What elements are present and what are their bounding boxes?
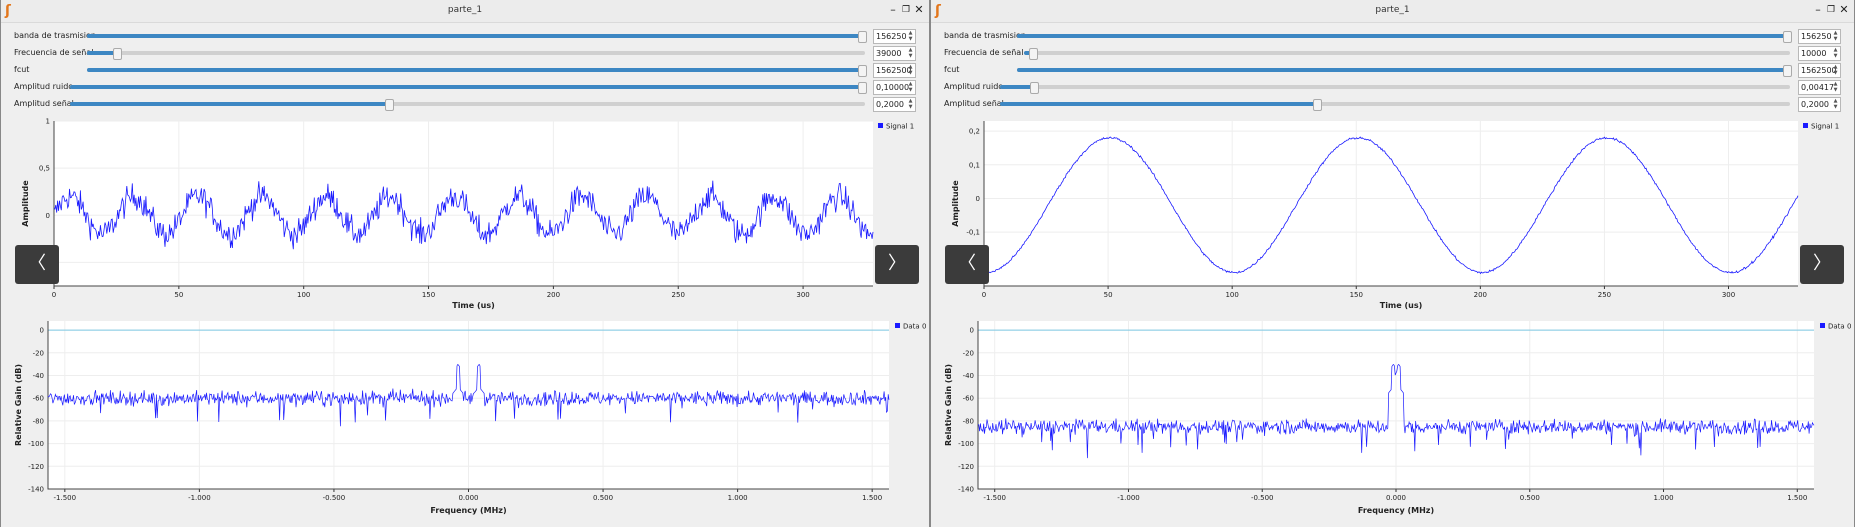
x-tick-label: 0.500 <box>1520 494 1540 502</box>
y-tick-label: -80 <box>963 417 974 425</box>
prev-button[interactable]: 〈 <box>945 245 989 284</box>
x-tick-label: 0.500 <box>593 494 613 502</box>
x-tick-label: 1.500 <box>862 494 882 502</box>
y-tick-label: -40 <box>33 372 44 380</box>
x-axis-label: Frequency (MHz) <box>430 506 506 515</box>
y-tick-label: 0,1 <box>969 161 980 169</box>
x-tick-label: 0 <box>982 291 986 299</box>
y-tick-label: -80 <box>33 417 44 425</box>
legend-swatch <box>895 323 900 328</box>
x-tick-label: 0.000 <box>1386 494 1406 502</box>
y-tick-label: -60 <box>33 395 44 403</box>
x-tick-label: 200 <box>547 291 560 299</box>
y-tick-label: -140 <box>28 486 44 494</box>
x-tick-label: 250 <box>1598 291 1611 299</box>
window-right: ʃ parte_1 – ❐ ✕ banda de trasmision 15625… <box>930 0 1855 527</box>
x-tick-label: 50 <box>1104 291 1113 299</box>
x-tick-label: 0 <box>52 291 56 299</box>
x-tick-label: -1.000 <box>1117 494 1140 502</box>
freq-plot: -1.500 -1.000 -0.500 0.000 0.500 1.000 1.500 0 -… <box>944 321 1851 515</box>
y-tick-label: 0 <box>46 212 50 220</box>
next-button[interactable]: 〉 <box>1800 245 1844 284</box>
x-tick-label: 300 <box>1722 291 1735 299</box>
x-tick-label: -0.500 <box>323 494 346 502</box>
x-tick-label: 1.500 <box>1787 494 1807 502</box>
x-tick-label: -1.000 <box>188 494 211 502</box>
legend-label[interactable]: Signal 1 <box>886 123 914 131</box>
y-tick-label: 0 <box>40 327 44 335</box>
legend-label[interactable]: Signal 1 <box>1811 123 1839 131</box>
legend-label[interactable]: Data 0 <box>903 323 926 331</box>
y-tick-label: -100 <box>28 440 44 448</box>
y-tick-label: 0,5 <box>39 165 50 173</box>
x-tick-label: 1.000 <box>1653 494 1673 502</box>
y-axis-label: Amplitude <box>951 180 960 227</box>
prev-button[interactable]: 〈 <box>15 245 59 284</box>
x-tick-label: 50 <box>174 291 183 299</box>
legend-label[interactable]: Data 0 <box>1828 323 1851 331</box>
x-tick-label: 200 <box>1474 291 1487 299</box>
x-tick-label: 300 <box>796 291 809 299</box>
y-tick-label: -140 <box>958 486 974 494</box>
x-axis-label: Time (us) <box>452 301 495 310</box>
plots-canvas: 0 50 100 150 200 250 300 0,2 0,1 0 -0,1 Signal 1 Amp… <box>944 121 1851 515</box>
legend-swatch <box>1820 323 1825 328</box>
y-tick-label: 0 <box>976 195 980 203</box>
x-tick-label: -1.500 <box>983 494 1006 502</box>
freq-plot: -1.500 -1.000 -0.500 0.000 0.500 1.000 1.500 0 -… <box>14 321 926 515</box>
x-axis-label: Frequency (MHz) <box>1358 506 1434 515</box>
y-tick-label: -120 <box>958 463 974 471</box>
y-tick-label: -20 <box>963 349 974 357</box>
x-tick-label: 1.000 <box>728 494 748 502</box>
y-tick-label: 0,2 <box>969 128 980 136</box>
x-tick-label: 250 <box>672 291 685 299</box>
legend-swatch <box>878 123 883 128</box>
y-tick-label: 0 <box>970 327 974 335</box>
plots-canvas: 05010015020025030010,50-0,5Signal 1Ampli… <box>14 118 926 516</box>
y-tick-label: -40 <box>963 372 974 380</box>
y-tick-label: -100 <box>958 440 974 448</box>
x-tick-label: -0.500 <box>1251 494 1274 502</box>
time-plot: 05010015020025030010,50-0,5Signal 1Ampli… <box>21 118 914 311</box>
x-axis-label: Time (us) <box>1380 301 1423 310</box>
legend-swatch <box>1803 123 1808 128</box>
y-tick-label: -20 <box>33 349 44 357</box>
x-tick-label: 100 <box>1225 291 1238 299</box>
y-tick-label: -120 <box>28 463 44 471</box>
time-plot-area[interactable] <box>54 121 873 286</box>
window-left: ʃ parte_1 – ❐ ✕ banda de trasmision 15625… <box>0 0 930 527</box>
time-plot-area[interactable] <box>984 121 1798 286</box>
next-button[interactable]: 〉 <box>875 245 919 284</box>
time-plot: 0 50 100 150 200 250 300 0,2 0,1 0 -0,1 Signal 1 Amp… <box>951 121 1839 310</box>
y-tick-label: 1 <box>46 118 50 126</box>
y-tick-label: -0,1 <box>966 229 980 237</box>
x-tick-label: 150 <box>1350 291 1363 299</box>
y-axis-label: Relative Gain (dB) <box>944 364 953 446</box>
y-axis-label: Amplitude <box>21 180 30 227</box>
y-axis-label: Relative Gain (dB) <box>14 364 23 446</box>
x-tick-label: 0.000 <box>458 494 478 502</box>
y-tick-label: -60 <box>963 395 974 403</box>
x-tick-label: 150 <box>422 291 435 299</box>
x-tick-label: -1.500 <box>54 494 77 502</box>
x-tick-label: 100 <box>297 291 310 299</box>
